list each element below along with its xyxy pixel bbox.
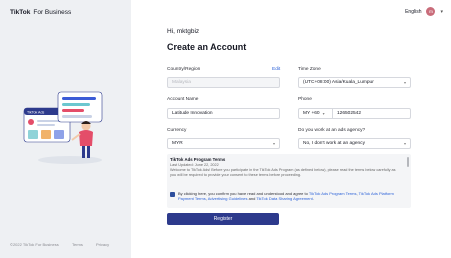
agree-checkbox[interactable] (170, 191, 175, 197)
country-value: Malaysia (172, 80, 191, 85)
terms-updated: Last Updated: June 22, 2022 (170, 163, 219, 167)
agree-row: By clicking here, you confirm you have r… (170, 191, 406, 201)
avatar[interactable]: m (426, 7, 436, 16)
agency-select[interactable]: No, I don't work at an agency ▾ (298, 138, 411, 149)
terms-body: Welcome to TikTok Ads! Before you partic… (170, 168, 396, 177)
terms-title: TikTok Ads Program Terms (170, 157, 226, 162)
data-sharing-link[interactable]: TikTok Data Sharing Agreement (256, 196, 312, 201)
timezone-value: (UTC+08:00) Asia/Kuala_Lumpur (303, 80, 374, 85)
chevron-down-icon: ▾ (272, 141, 275, 146)
header-controls: English m ▾ (405, 7, 443, 16)
chevron-down-icon: ▾ (322, 111, 325, 116)
left-panel: TikTok For Business TikTok Ads ©2022 TikT… (0, 0, 131, 258)
currency-select[interactable]: MYR ▾ (167, 138, 280, 149)
timezone-select[interactable]: (UTC+08:00) Asia/Kuala_Lumpur ▾ (298, 77, 411, 88)
phone-country-code[interactable]: MY +60 ▾ (303, 109, 333, 118)
phone-code-value: MY +60 (303, 111, 320, 116)
ads-terms-link[interactable]: TikTok Ads Program Terms (309, 191, 357, 196)
advertising-guidelines-link[interactable]: Advertising Guidelines (208, 196, 248, 201)
brand-name: TikTok (10, 9, 31, 16)
currency-label: Currency (167, 128, 187, 133)
brand-sub: For Business (33, 9, 72, 16)
chevron-down-icon: ▾ (403, 80, 406, 85)
greeting: Hi, mktgbiz (167, 28, 200, 35)
chevron-down-icon: ▾ (403, 141, 406, 146)
page-title: Create an Account (167, 42, 247, 52)
footer-copyright: ©2022 TikTok For Business (10, 242, 59, 247)
language-selector[interactable]: English (405, 9, 421, 15)
edit-country-link[interactable]: Edit (272, 67, 280, 72)
agency-label: Do you work at an ads agency? (298, 128, 366, 133)
ads-illustration: TikTok Ads (23, 91, 103, 164)
terms-scrollbar[interactable] (407, 157, 409, 167)
phone-label: Phone (298, 97, 312, 102)
phone-input[interactable]: MY +60 ▾ 126502542 (298, 108, 411, 119)
illustration-title: TikTok Ads (27, 110, 44, 114)
currency-value: MYR (172, 141, 183, 146)
account-name-label: Account Name (167, 97, 199, 102)
register-button[interactable]: Register (167, 213, 279, 225)
tiktok-business-logo[interactable]: TikTok For Business (10, 9, 71, 16)
footer-terms-link[interactable]: Terms (72, 242, 83, 247)
agency-value: No, I don't work at an agency (303, 141, 365, 146)
country-label: Country/Region (167, 67, 201, 72)
agree-text: By clicking here, you confirm you have r… (178, 191, 394, 201)
account-name-input[interactable]: Latitude Innovation (167, 108, 280, 119)
chevron-down-icon[interactable]: ▾ (440, 9, 443, 15)
timezone-label: Time Zone (298, 67, 321, 72)
country-field: Malaysia (167, 77, 280, 88)
phone-number-value: 126502542 (337, 111, 362, 116)
footer-privacy-link[interactable]: Privacy (96, 242, 109, 247)
account-name-value: Latitude Innovation (172, 111, 213, 116)
